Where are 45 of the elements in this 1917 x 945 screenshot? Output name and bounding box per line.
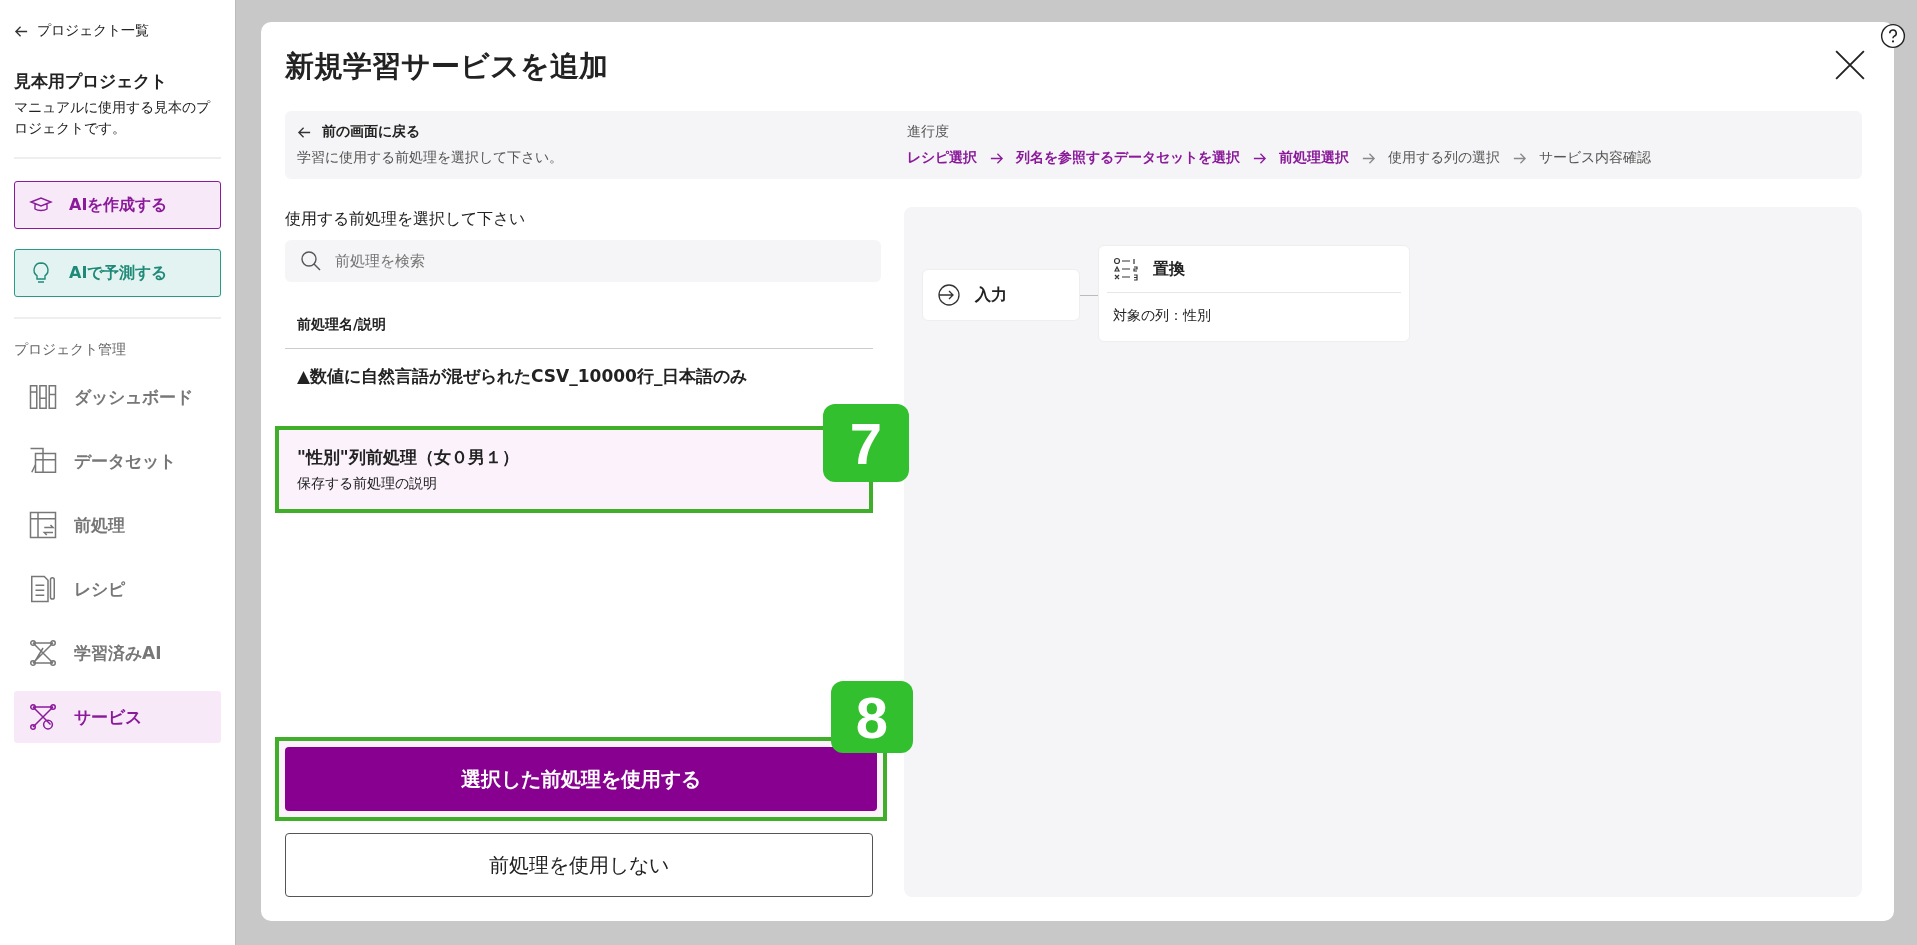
back-link[interactable]: プロジェクト一覧 bbox=[14, 22, 221, 40]
action-button[interactable]: 前処理を使用しない bbox=[285, 833, 873, 897]
progress-step: サービス内容確認 bbox=[1539, 149, 1651, 167]
action-button[interactable]: AIを作成する bbox=[14, 181, 221, 229]
instruction-text: 学習に使用する前処理を選択して下さい。 bbox=[297, 149, 564, 167]
sidebar-item[interactable]: サービス bbox=[14, 691, 221, 743]
table-icon bbox=[28, 446, 58, 476]
project-description: マニュアルに使用する見本のプロジェクトです。 bbox=[14, 98, 212, 138]
progress-label: 進行度 bbox=[907, 123, 950, 141]
document-pencil-icon bbox=[28, 574, 58, 604]
node-detail: 対象の列：性別 bbox=[1112, 306, 1212, 325]
sidebar-item[interactable]: ダッシュボード bbox=[14, 371, 221, 423]
sidebar-item[interactable]: 学習済みAI bbox=[14, 627, 221, 679]
progress-step: 使用する列の選択 bbox=[1388, 149, 1500, 167]
node-title: 置換 bbox=[1153, 258, 1185, 280]
preprocess-description: 保存する前処理の説明 bbox=[297, 475, 438, 493]
step-node[interactable]: 置換 対象の列：性別 bbox=[1098, 245, 1410, 342]
progress-step: レシピ選択 bbox=[907, 149, 977, 167]
progress-step: 列名を参照するデータセットを選択 bbox=[1016, 149, 1240, 167]
list-row[interactable]: ▲数値に自然言語が混ぜられたCSV_10000行_日本語のみ bbox=[285, 349, 873, 404]
back-link[interactable]: 前の画面に戻る bbox=[297, 123, 887, 141]
column-header: 前処理名/説明 bbox=[285, 282, 873, 349]
node-label: 入力 bbox=[975, 284, 1007, 306]
action-button[interactable]: 選択した前処理を使用する bbox=[285, 747, 877, 811]
progress-step: 前処理選択 bbox=[1279, 149, 1349, 167]
search-field[interactable]: 前処理を検索 bbox=[285, 240, 881, 282]
preprocess-name: "性別"列前処理（女０男１） bbox=[297, 446, 520, 469]
action-button[interactable]: AIで予測する bbox=[14, 249, 221, 297]
shape-number-list-icon bbox=[1113, 256, 1139, 282]
dialog-title: 新規学習サービスを追加 bbox=[285, 47, 608, 85]
sidebar-item[interactable]: レシピ bbox=[14, 563, 221, 615]
search-icon bbox=[299, 249, 323, 273]
network-icon bbox=[28, 638, 58, 668]
project-title: 見本用プロジェクト bbox=[14, 70, 168, 93]
input-node[interactable]: 入力 bbox=[922, 269, 1080, 321]
section-title: プロジェクト管理 bbox=[14, 341, 127, 359]
preprocess-name: ▲数値に自然言語が混ぜられたCSV_10000行_日本語のみ bbox=[297, 365, 749, 388]
sidebar-item[interactable]: データセット bbox=[14, 435, 221, 487]
list-title: 使用する前処理を選択して下さい bbox=[285, 209, 526, 230]
step-number-badge: 8 bbox=[831, 681, 913, 753]
columns-icon bbox=[28, 382, 58, 412]
sidebar-item[interactable]: 前処理 bbox=[14, 499, 221, 551]
network-link-icon bbox=[28, 702, 58, 732]
step-number-badge: 7 bbox=[823, 404, 909, 482]
table-arrows-icon bbox=[28, 510, 58, 540]
